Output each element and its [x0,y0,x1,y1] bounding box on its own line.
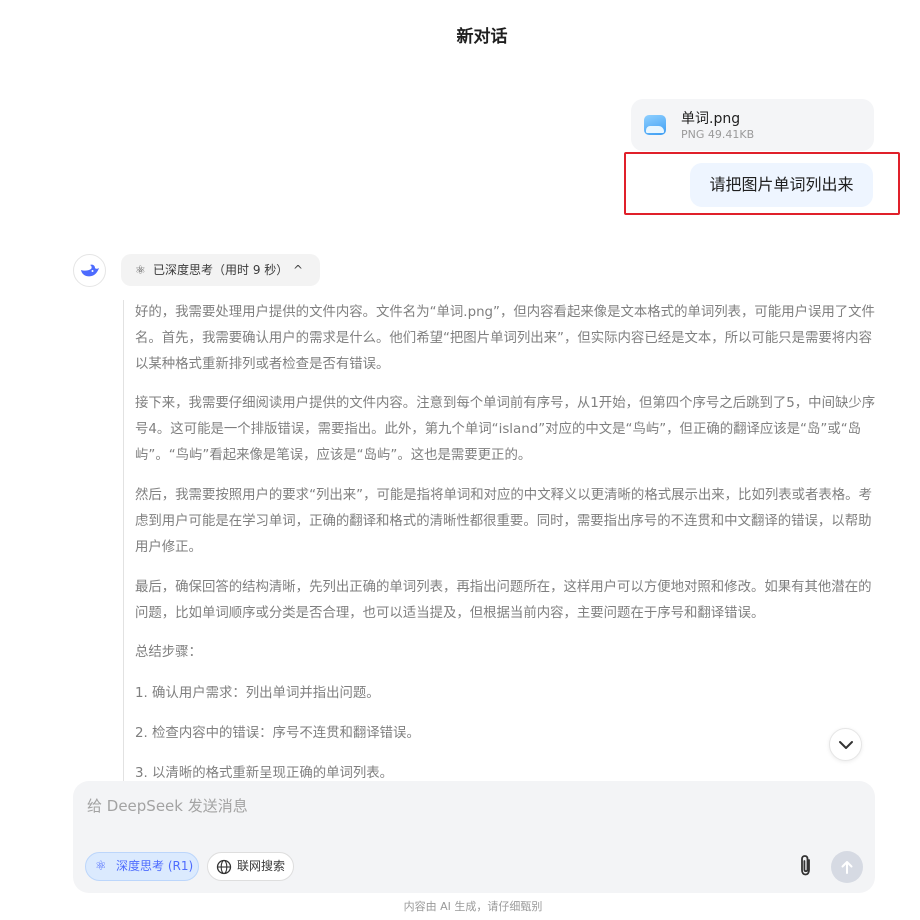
deepseek-whale-icon [81,264,99,277]
atom-icon: ⚛ [95,859,107,874]
globe-icon [216,859,232,875]
paperclip-icon[interactable] [793,853,819,879]
thought-paragraph: 然后，我需要按照用户的要求“列出来”，可能是指将单词和对应的中文释义以更清晰的格… [135,488,872,555]
web-search-label: 联网搜索 [237,859,286,873]
atom-icon: ⚛ [135,263,146,277]
attachment-file-name: 单词.png [681,111,741,127]
thought-paragraph: 3. 以清晰的格式重新呈现正确的单词列表。 [135,766,394,781]
page-title: 新对话 [456,27,508,47]
thought-paragraph: 接下来，我需要仔细阅读用户提供的文件内容。注意到每个单词前有序号，从1开始，但第… [135,396,876,463]
attachment-file-meta: PNG 49.41KB [681,128,755,141]
thought-paragraph: 1. 确认用户需求：列出单词并指出问题。 [135,686,380,701]
assistant-avatar [73,254,106,287]
annotation-highlight-box [624,152,900,215]
arrow-up-icon [841,861,853,874]
send-button[interactable] [831,851,863,883]
web-search-toggle[interactable]: 联网搜索 [207,852,294,881]
scroll-to-bottom-button[interactable] [829,728,862,761]
chevron-down-icon [839,741,853,749]
deep-think-toggle[interactable]: ⚛ 深度思考 (R1) [85,852,199,881]
message-composer: 给 DeepSeek 发送消息 ⚛ 深度思考 (R1) 联网搜索 [73,781,875,893]
chevron-up-icon: ^ [293,263,304,277]
thought-paragraph: 好的，我需要处理用户提供的文件内容。文件名为“单词.png”，但内容看起来像是文… [135,305,875,372]
thought-paragraph: 最后，确保回答的结构清晰，先列出正确的单词列表，再指出问题所在，这样用户可以方便… [135,580,872,621]
attachment-card[interactable]: 单词.png PNG 49.41KB [631,99,874,151]
ai-disclaimer: 内容由 AI 生成，请仔细甄别 [403,900,543,913]
thinking-toggle-button[interactable]: ⚛ 已深度思考（用时 9 秒） ^ [121,254,320,286]
thought-process: 好的，我需要处理用户提供的文件内容。文件名为“单词.png”，但内容看起来像是文… [123,300,883,782]
thought-paragraph: 总结步骤： [135,645,202,660]
message-input[interactable]: 给 DeepSeek 发送消息 [87,795,787,819]
thought-paragraph: 2. 检查内容中的错误：序号不连贯和翻译错误。 [135,726,420,741]
thinking-toggle-label: 已深度思考（用时 9 秒） [153,263,289,277]
deep-think-label: 深度思考 (R1) [116,859,194,873]
image-file-icon [644,115,666,135]
